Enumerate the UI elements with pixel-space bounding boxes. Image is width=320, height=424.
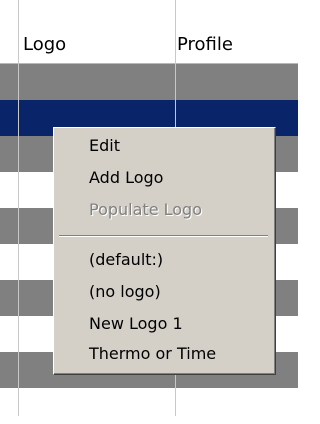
menu-item-new-logo-1[interactable]: New Logo 1 <box>54 310 275 338</box>
column-header-profile[interactable]: Profile <box>175 0 298 63</box>
menu-item-populate-logo: Populate Logo <box>89 200 202 219</box>
column-header-logo[interactable]: Logo <box>18 0 175 63</box>
table-row[interactable] <box>0 64 298 100</box>
menu-separator <box>59 235 268 237</box>
table-row[interactable] <box>0 388 298 424</box>
grid-header: Logo Profile <box>0 0 298 64</box>
menu-item-thermo-or-time[interactable]: Thermo or Time <box>54 340 275 368</box>
menu-item-no-logo[interactable]: (no logo) <box>54 278 275 306</box>
menu-item-default[interactable]: (default:) <box>54 246 275 274</box>
column-divider <box>18 0 19 416</box>
menu-item-edit[interactable]: Edit <box>54 132 275 160</box>
menu-item-add-logo[interactable]: Add Logo <box>54 164 275 192</box>
context-menu: Edit Add Logo Populate Logo (default:) (… <box>53 127 276 375</box>
